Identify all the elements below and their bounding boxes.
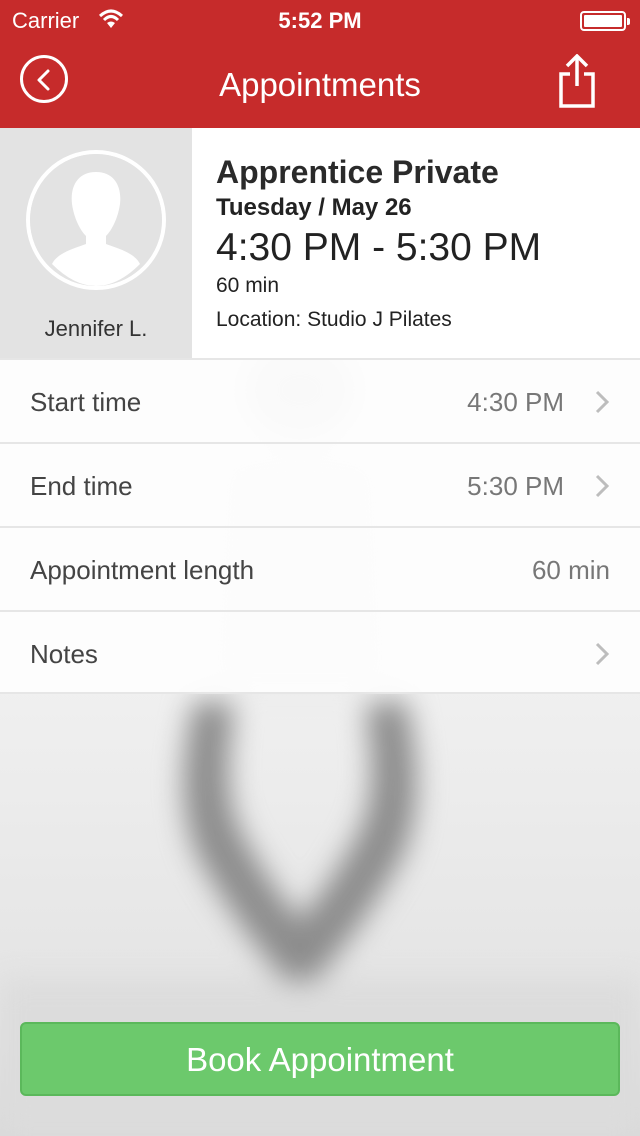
share-icon [559,53,595,108]
avatar [26,150,166,290]
instructor-panel[interactable]: Jennifer L. [0,128,192,358]
row-label: Start time [30,387,142,417]
battery-icon [580,11,630,31]
status-time: 5:52 PM [278,8,362,33]
row-label: Appointment length [30,555,255,585]
row-value: 4:30 PM [467,387,564,417]
class-name: Apprentice Private [216,154,499,190]
chevron-right-icon [595,390,610,414]
chevron-right-icon [595,642,610,666]
notes-row[interactable]: Notes [0,610,640,694]
share-button[interactable] [556,53,598,110]
row-value: 5:30 PM [467,471,564,501]
row-label: End time [30,471,133,501]
status-bar: Carrier 5:52 PM [0,0,640,40]
details-list: Start time 4:30 PM End time 5:30 PM Appo… [0,358,640,694]
appointment-date: Tuesday / May 26 [216,194,412,221]
start-time-row[interactable]: Start time 4:30 PM [0,358,640,442]
appointment-location: Location: Studio J Pilates [216,308,452,331]
instructor-name: Jennifer L. [44,316,148,341]
appointment-duration: 60 min [216,274,280,297]
page-title: Appointments [219,66,421,103]
book-appointment-button[interactable]: Book Appointment [20,1022,620,1096]
row-value: 60 min [531,555,610,585]
appointment-card: Jennifer L. Apprentice Private Tuesday /… [0,128,640,358]
person-silhouette-icon [30,154,162,286]
appointment-time-range: 4:30 PM - 5:30 PM [216,226,542,269]
row-label: Notes [30,639,98,669]
end-time-row[interactable]: End time 5:30 PM [0,442,640,526]
appointment-length-row: Appointment length 60 min [0,526,640,610]
app-header: Carrier 5:52 PM Appointments [0,0,640,128]
chevron-right-icon [595,474,610,498]
